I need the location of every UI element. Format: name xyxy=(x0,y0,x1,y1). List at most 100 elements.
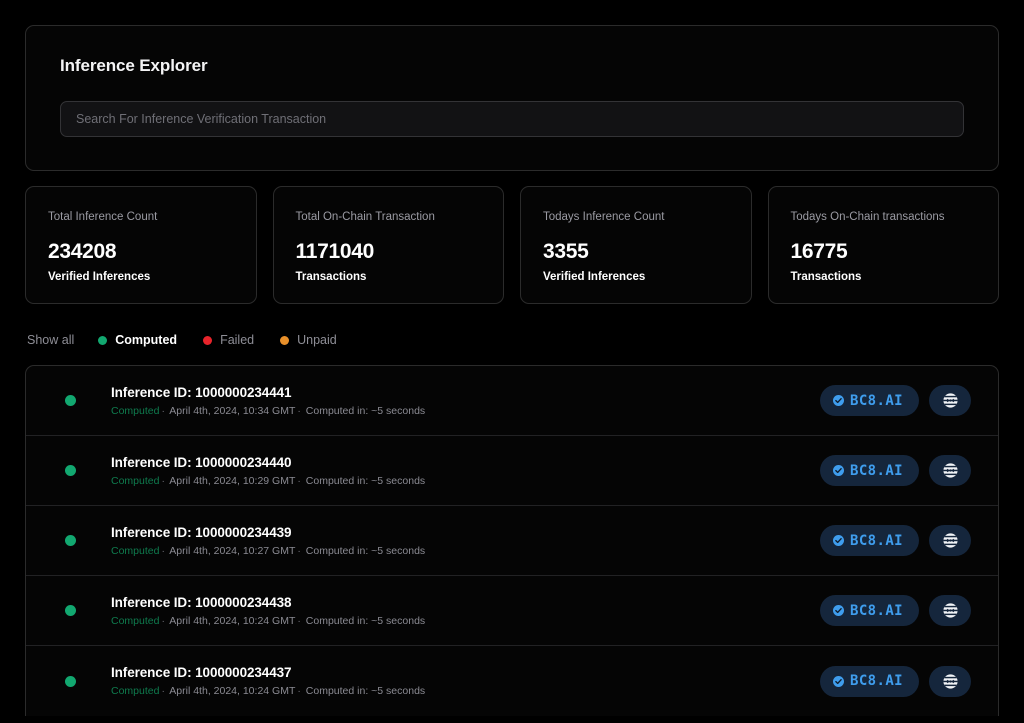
failed-dot-icon xyxy=(203,336,212,345)
row-status-dot-icon xyxy=(65,395,76,406)
row-actions: BC8.AI xyxy=(820,385,971,416)
row-actions: BC8.AI xyxy=(820,455,971,486)
table-row[interactable]: Inference ID: 1000000234440 Computed· Ap… xyxy=(26,436,998,506)
stat-value: 16775 xyxy=(791,240,977,264)
search-input[interactable] xyxy=(60,101,964,137)
verified-check-icon xyxy=(833,535,844,546)
table-row[interactable]: Inference ID: 1000000234438 Computed · Ap… xyxy=(26,576,998,646)
meta-separator: · xyxy=(159,685,167,697)
meta-separator: · xyxy=(295,615,303,627)
globe-icon xyxy=(942,392,959,409)
row-actions: BC8.AI xyxy=(820,595,971,626)
unpaid-dot-icon xyxy=(280,336,289,345)
filter-label: Failed xyxy=(220,333,254,347)
meta-separator: · xyxy=(159,545,167,557)
bc8-verified-badge-button[interactable]: BC8.AI xyxy=(820,525,919,556)
inference-list: Inference ID: 1000000234441 Computed· Ap… xyxy=(25,365,999,716)
stat-value: 1171040 xyxy=(296,240,482,264)
stats-row: Total Inference Count 234208 Verified In… xyxy=(25,186,999,304)
bc8-badge-label: BC8.AI xyxy=(850,464,903,478)
stat-label: Total On-Chain Transaction xyxy=(296,211,482,223)
stat-sublabel: Transactions xyxy=(791,271,977,283)
stat-card-total-onchain-transaction: Total On-Chain Transaction 1171040 Trans… xyxy=(273,186,505,304)
page-title: Inference Explorer xyxy=(60,56,964,76)
inference-id-label: Inference ID: 1000000234441 xyxy=(111,385,820,400)
row-timestamp: April 4th, 2024, 10:29 GMT xyxy=(169,475,295,487)
row-content: Inference ID: 1000000234440 Computed· Ap… xyxy=(111,455,820,487)
bc8-verified-badge-button[interactable]: BC8.AI xyxy=(820,455,919,486)
row-timestamp: April 4th, 2024, 10:27 GMT xyxy=(169,545,295,557)
bc8-badge-label: BC8.AI xyxy=(850,394,903,408)
meta-separator: · xyxy=(295,405,303,417)
row-timestamp: April 4th, 2024, 10:34 GMT xyxy=(169,405,295,417)
search-wrapper xyxy=(60,101,964,137)
header-card: Inference Explorer xyxy=(25,25,999,171)
filter-computed[interactable]: Computed xyxy=(98,333,177,347)
status-badge: Computed xyxy=(111,475,159,487)
stat-value: 3355 xyxy=(543,240,729,264)
inference-id-label: Inference ID: 1000000234438 xyxy=(111,595,820,610)
inference-explorer-page: Inference Explorer Total Inference Count… xyxy=(0,0,1024,723)
filter-unpaid[interactable]: Unpaid xyxy=(280,333,337,347)
chain-explorer-button[interactable] xyxy=(929,385,971,416)
globe-icon xyxy=(942,462,959,479)
status-badge: Computed xyxy=(111,615,159,627)
meta-separator: · xyxy=(295,475,303,487)
row-meta: Computed· April 4th, 2024, 10:34 GMT· Co… xyxy=(111,405,820,417)
status-filter-row: Show all Computed Failed Unpaid xyxy=(25,331,999,349)
row-actions: BC8.AI xyxy=(820,525,971,556)
stat-sublabel: Transactions xyxy=(296,271,482,283)
row-meta: Computed· April 4th, 2024, 10:27 GMT· Co… xyxy=(111,545,820,557)
stat-label: Total Inference Count xyxy=(48,211,234,223)
meta-separator: · xyxy=(295,685,303,697)
bc8-verified-badge-button[interactable]: BC8.AI xyxy=(820,595,919,626)
chain-explorer-button[interactable] xyxy=(929,666,971,697)
stat-card-total-inference-count: Total Inference Count 234208 Verified In… xyxy=(25,186,257,304)
row-duration: Computed in: ~5 seconds xyxy=(306,405,425,417)
inference-id-label: Inference ID: 1000000234440 xyxy=(111,455,820,470)
filter-label: Computed xyxy=(115,333,177,347)
row-content: Inference ID: 1000000234438 Computed · Ap… xyxy=(111,595,820,627)
bc8-badge-label: BC8.AI xyxy=(850,604,903,618)
row-status-dot-icon xyxy=(65,676,76,687)
verified-check-icon xyxy=(833,605,844,616)
stat-card-todays-inference-count: Todays Inference Count 3355 Verified Inf… xyxy=(520,186,752,304)
filter-show-all[interactable]: Show all xyxy=(27,333,74,347)
verified-check-icon xyxy=(833,676,844,687)
table-row[interactable]: Inference ID: 1000000234441 Computed· Ap… xyxy=(26,366,998,436)
row-actions: BC8.AI xyxy=(820,666,971,697)
meta-separator: · xyxy=(159,475,167,487)
meta-separator: · xyxy=(159,405,167,417)
bc8-badge-label: BC8.AI xyxy=(850,674,903,688)
computed-dot-icon xyxy=(98,336,107,345)
globe-icon xyxy=(942,532,959,549)
filter-failed[interactable]: Failed xyxy=(203,333,254,347)
status-badge: Computed xyxy=(111,545,159,557)
stat-sublabel: Verified Inferences xyxy=(543,271,729,283)
chain-explorer-button[interactable] xyxy=(929,595,971,626)
inference-id-label: Inference ID: 1000000234439 xyxy=(111,525,820,540)
row-meta: Computed· April 4th, 2024, 10:29 GMT· Co… xyxy=(111,475,820,487)
verified-check-icon xyxy=(833,395,844,406)
bc8-verified-badge-button[interactable]: BC8.AI xyxy=(820,385,919,416)
meta-separator: · xyxy=(295,545,303,557)
row-timestamp: April 4th, 2024, 10:24 GMT xyxy=(169,615,295,627)
row-status-dot-icon xyxy=(65,535,76,546)
stat-label: Todays On-Chain transactions xyxy=(791,211,977,223)
chain-explorer-button[interactable] xyxy=(929,455,971,486)
row-duration: Computed in: ~5 seconds xyxy=(306,615,425,627)
row-content: Inference ID: 1000000234441 Computed· Ap… xyxy=(111,385,820,417)
status-badge: Computed xyxy=(111,685,159,697)
globe-icon xyxy=(942,673,959,690)
row-status-dot-icon xyxy=(65,605,76,616)
row-meta: Computed· April 4th, 2024, 10:24 GMT· Co… xyxy=(111,685,820,697)
stat-label: Todays Inference Count xyxy=(543,211,729,223)
row-content: Inference ID: 1000000234437 Computed· Ap… xyxy=(111,665,820,697)
chain-explorer-button[interactable] xyxy=(929,525,971,556)
row-duration: Computed in: ~5 seconds xyxy=(306,685,425,697)
table-row[interactable]: Inference ID: 1000000234439 Computed· Ap… xyxy=(26,506,998,576)
table-row[interactable]: Inference ID: 1000000234437 Computed· Ap… xyxy=(26,646,998,716)
filter-label: Unpaid xyxy=(297,333,337,347)
stat-value: 234208 xyxy=(48,240,234,264)
bc8-verified-badge-button[interactable]: BC8.AI xyxy=(820,666,919,697)
